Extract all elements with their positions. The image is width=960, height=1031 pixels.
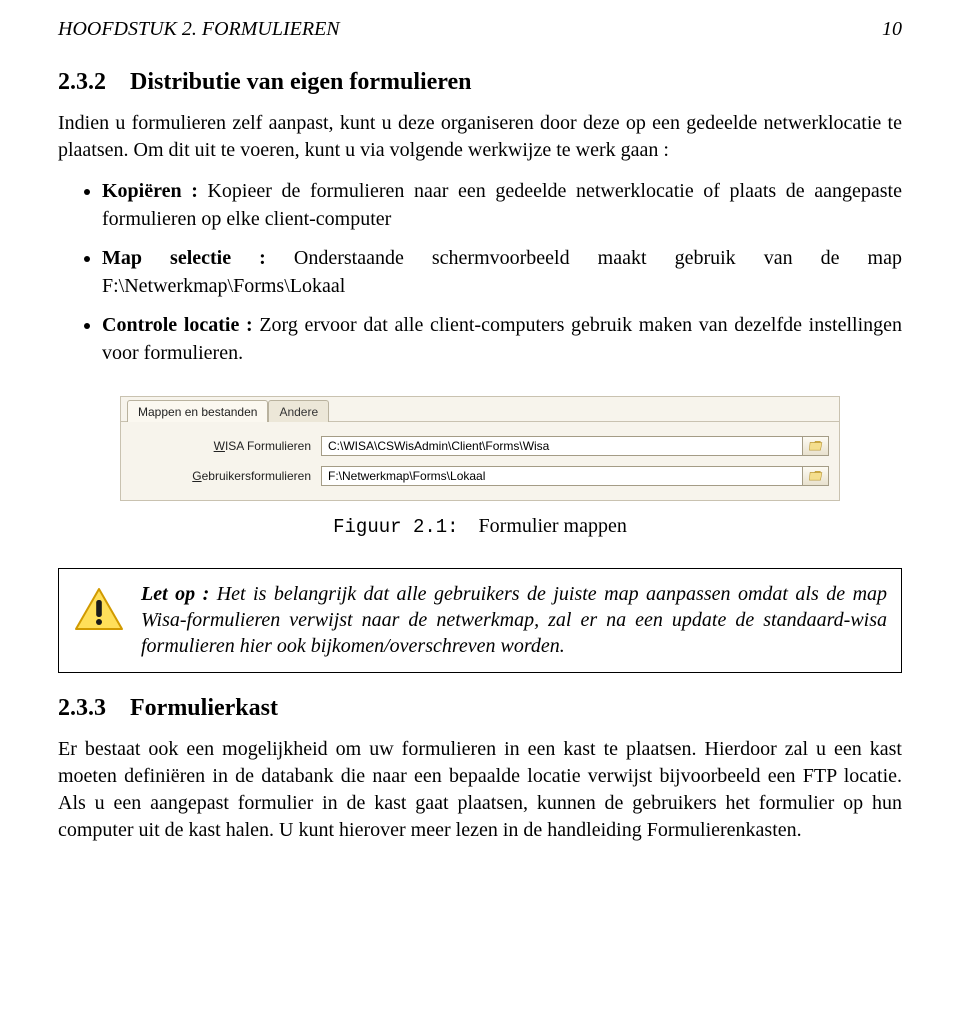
section-233-title: Formulierkast bbox=[130, 695, 278, 721]
bullet-mapselectie: Map selectie : Onderstaande schermvoorbe… bbox=[102, 245, 902, 300]
browse-button-wisa[interactable] bbox=[803, 436, 829, 456]
chapter-title: HOOFDSTUK 2. FORMULIEREN bbox=[58, 18, 340, 41]
screenshot-panel: Mappen en bestanden Andere WISA Formulie… bbox=[120, 396, 840, 501]
section-232-heading: 2.3.2 Distributie van eigen formulieren bbox=[58, 69, 902, 96]
folder-icon bbox=[809, 470, 823, 481]
section-232-bullets: Kopiëren : Kopieer de formulieren naar e… bbox=[58, 178, 902, 368]
bullet-controle-label: Controle locatie : bbox=[102, 314, 253, 336]
warning-box: Let op : Het is belangrijk dat alle gebr… bbox=[58, 568, 902, 673]
page-number: 10 bbox=[882, 18, 902, 41]
bullet-kopieren: Kopiëren : Kopieer de formulieren naar e… bbox=[102, 178, 902, 233]
running-header: HOOFDSTUK 2. FORMULIEREN 10 bbox=[58, 18, 902, 41]
warning-label: Let op : bbox=[141, 583, 209, 605]
label-gebruikersformulieren: Gebruikersformulieren bbox=[131, 469, 321, 483]
section-232-intro: Indien u formulieren zelf aanpast, kunt … bbox=[58, 110, 902, 164]
figure-number: Figuur 2.1: bbox=[333, 516, 458, 538]
section-232-title: Distributie van eigen formulieren bbox=[130, 69, 472, 95]
tab-mappen-en-bestanden[interactable]: Mappen en bestanden bbox=[127, 400, 268, 422]
browse-button-gebruikers[interactable] bbox=[803, 466, 829, 486]
settings-panel: WISA Formulieren Gebruikersformulieren bbox=[120, 421, 840, 501]
section-233-number: 2.3.3 bbox=[58, 695, 106, 721]
bullet-kopieren-label: Kopiëren : bbox=[102, 180, 198, 202]
tab-andere[interactable]: Andere bbox=[268, 400, 329, 422]
label-wisa-formulieren: WISA Formulieren bbox=[131, 439, 321, 453]
section-233-body: Er bestaat ook een mogelijkheid om uw fo… bbox=[58, 736, 902, 844]
warning-body: Het is belangrijk dat alle gebruikers de… bbox=[141, 583, 887, 658]
section-233-heading: 2.3.3 Formulierkast bbox=[58, 695, 902, 722]
warning-icon bbox=[73, 587, 125, 638]
bullet-kopieren-text: Kopieer de formulieren naar een gedeelde… bbox=[102, 180, 902, 230]
row-gebruikersformulieren: Gebruikersformulieren bbox=[131, 466, 829, 486]
warning-text: Let op : Het is belangrijk dat alle gebr… bbox=[141, 581, 887, 660]
figure-caption: Figuur 2.1: Formulier mappen bbox=[58, 515, 902, 538]
input-gebruikersformulieren[interactable] bbox=[321, 466, 803, 486]
tab-bar: Mappen en bestanden Andere bbox=[120, 396, 840, 421]
section-232-number: 2.3.2 bbox=[58, 69, 106, 95]
input-wisa-formulieren[interactable] bbox=[321, 436, 803, 456]
bullet-controle: Controle locatie : Zorg ervoor dat alle … bbox=[102, 312, 902, 367]
folder-icon bbox=[809, 440, 823, 451]
bullet-mapselectie-label: Map selectie : bbox=[102, 247, 266, 269]
row-wisa-formulieren: WISA Formulieren bbox=[131, 436, 829, 456]
figure-caption-text: Formulier mappen bbox=[479, 515, 627, 537]
